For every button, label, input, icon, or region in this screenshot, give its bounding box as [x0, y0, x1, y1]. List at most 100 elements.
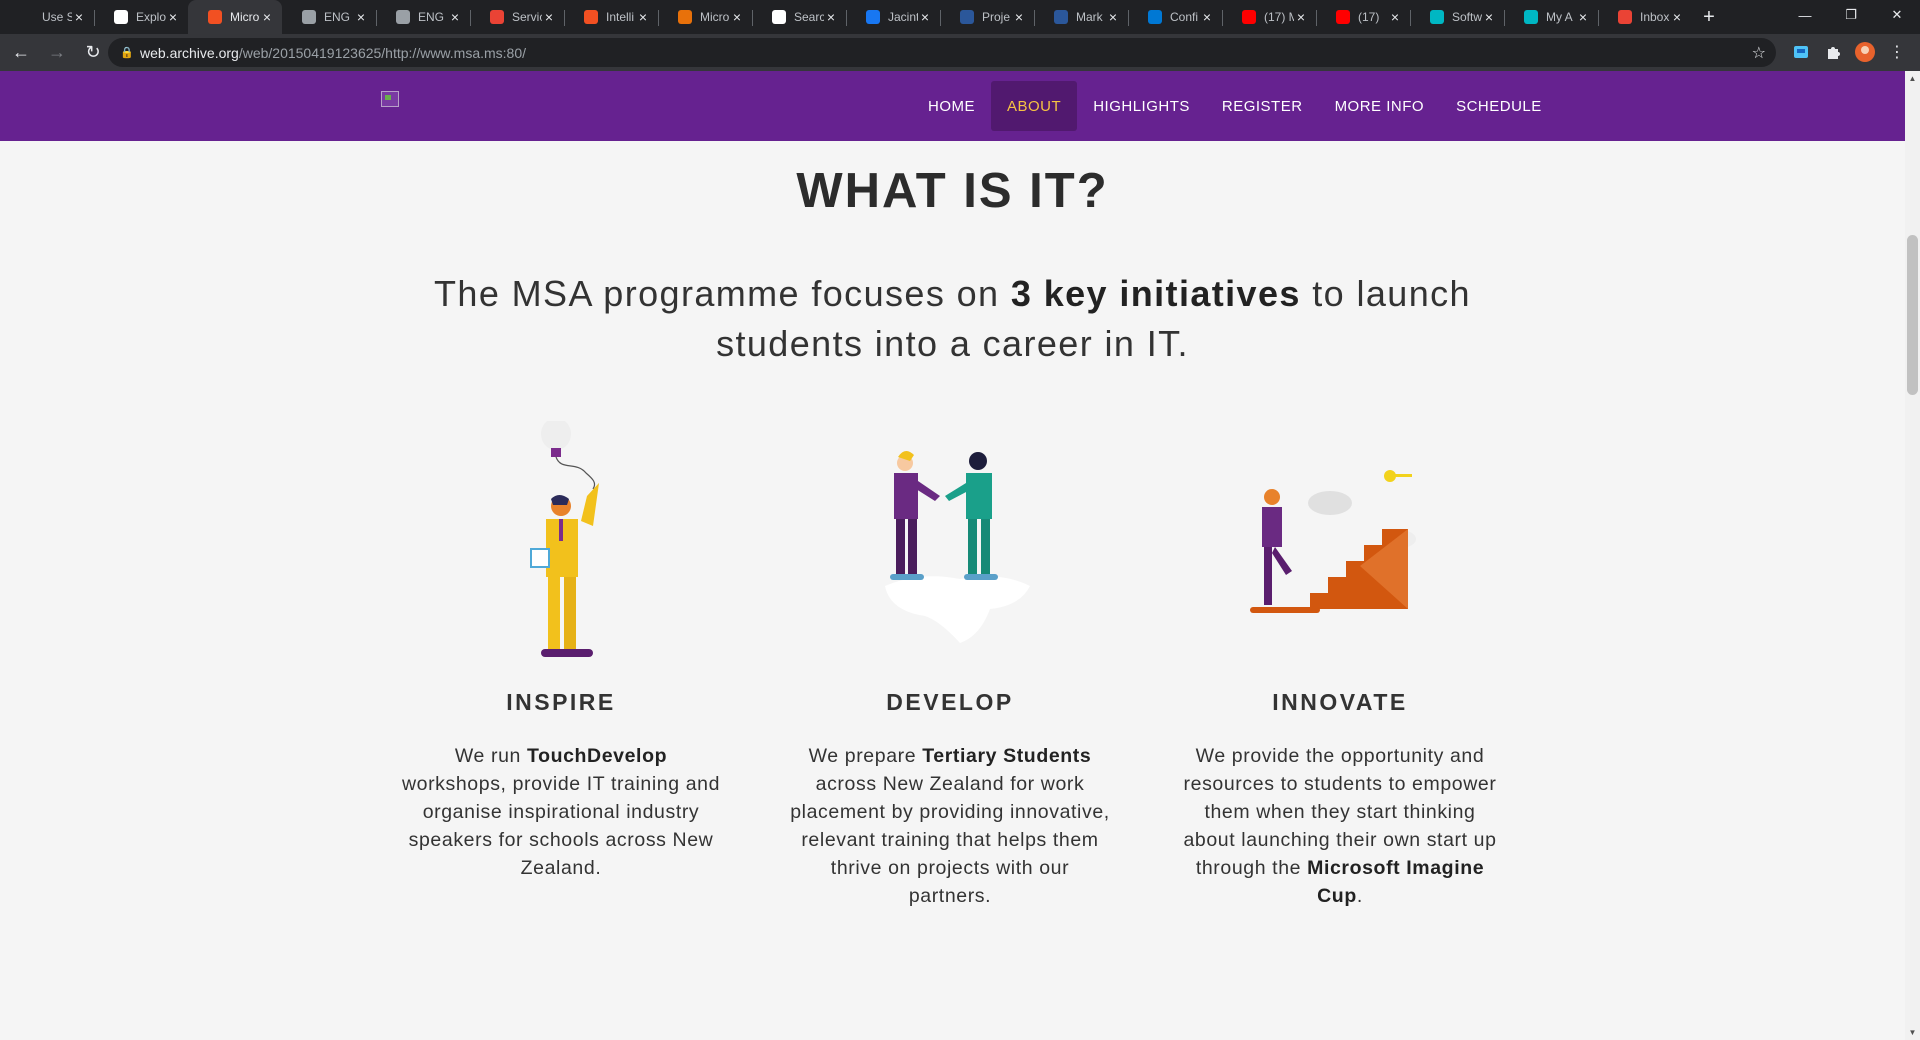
browser-tab[interactable]: Use S ×	[0, 0, 94, 34]
microsoft-icon	[584, 10, 598, 24]
page-scrollbar[interactable]: ▲ ▼	[1905, 71, 1920, 1040]
cloud-icon	[114, 10, 128, 24]
vscode-icon	[1148, 10, 1162, 24]
nav-item-more-info[interactable]: MORE INFO	[1319, 81, 1441, 131]
tab-close-icon[interactable]: ×	[1200, 9, 1214, 25]
tab-list: Use S×Explo×Micro×ENG×ENG×Servic×Intelli…	[0, 0, 1692, 34]
browser-tab[interactable]: Intelli ×	[564, 0, 658, 34]
nav-item-highlights[interactable]: HIGHLIGHTS	[1077, 81, 1206, 131]
tab-close-icon[interactable]: ×	[918, 9, 932, 25]
browser-tab[interactable]: Micro ×	[658, 0, 752, 34]
column-description: We provide the opportunity and resources…	[1183, 745, 1497, 907]
tab-title: Softw	[1452, 10, 1482, 24]
browser-tab[interactable]: Confi ×	[1128, 0, 1222, 34]
tab-close-icon[interactable]: ×	[1012, 9, 1026, 25]
tab-title: Jacint	[888, 10, 918, 24]
puzzle-icon[interactable]	[1822, 41, 1844, 63]
close-window-button[interactable]: ✕	[1874, 0, 1920, 30]
scroll-up-arrow-icon[interactable]: ▲	[1908, 74, 1917, 83]
tab-close-icon[interactable]: ×	[1576, 9, 1590, 25]
tab-close-icon[interactable]: ×	[166, 9, 180, 25]
tab-close-icon[interactable]: ×	[824, 9, 838, 25]
tab-title: My A	[1546, 10, 1573, 24]
tab-title: Micro	[700, 10, 730, 24]
tab-close-icon[interactable]: ×	[448, 9, 462, 25]
browser-tab[interactable]: (17) ×	[1316, 0, 1410, 34]
tab-title: Explo	[136, 10, 166, 24]
profile-avatar-icon[interactable]	[1854, 41, 1876, 63]
lock-icon: 🔒	[120, 47, 134, 59]
circle-icon	[1524, 10, 1538, 24]
tab-close-icon[interactable]: ×	[542, 9, 556, 25]
tab-close-icon[interactable]: ×	[1388, 9, 1402, 25]
tab-close-icon[interactable]: ×	[1106, 9, 1120, 25]
tab-close-icon[interactable]: ×	[730, 9, 744, 25]
tab-title: Searc	[794, 10, 824, 24]
browser-tab[interactable]: Softw ×	[1410, 0, 1504, 34]
github-icon	[20, 10, 34, 24]
tab-close-icon[interactable]: ×	[636, 9, 650, 25]
browser-menu-icon[interactable]: ⋮	[1886, 41, 1908, 63]
tab-title: Inbox	[1640, 10, 1670, 24]
innovate-illustration-icon	[1250, 470, 1416, 613]
column-description: We run TouchDevelop workshops, provide I…	[401, 745, 721, 879]
browser-tab[interactable]: Searc ×	[752, 0, 846, 34]
gmail-icon	[490, 10, 504, 24]
tab-title: ENG	[418, 10, 445, 24]
microsoft-icon	[208, 10, 222, 24]
browser-tab[interactable]: Explo ×	[94, 0, 188, 34]
nav-item-about[interactable]: ABOUT	[991, 81, 1078, 131]
globe-icon	[396, 10, 410, 24]
youtube-icon	[1242, 10, 1256, 24]
column-title: DEVELOP	[886, 689, 1014, 715]
forward-button[interactable]: →	[42, 38, 72, 68]
tab-title: Confi	[1170, 10, 1199, 24]
browser-tab[interactable]: Micro ×	[188, 0, 282, 34]
browser-toolbar: ← → ↻ 🔒 web.archive.org/web/201504191236…	[0, 34, 1920, 71]
browser-tab[interactable]: ENG ×	[376, 0, 470, 34]
nav-item-home[interactable]: HOME	[912, 81, 991, 131]
browser-tab[interactable]: Jacint ×	[846, 0, 940, 34]
initiative-inspire: INSPIRE We run TouchDevelop workshops, p…	[401, 421, 721, 879]
browser-tab-strip: Use S×Explo×Micro×ENG×ENG×Servic×Intelli…	[0, 0, 1920, 34]
web-page: HOME ABOUT HIGHLIGHTS REGISTER MORE INFO SCHE…	[0, 71, 1905, 1040]
tab-close-icon[interactable]: ×	[1670, 9, 1684, 25]
tab-close-icon[interactable]: ×	[1482, 9, 1496, 25]
browser-tab[interactable]: Mark ×	[1034, 0, 1128, 34]
tab-close-icon[interactable]: ×	[260, 9, 274, 25]
browser-tab[interactable]: (17) M ×	[1222, 0, 1316, 34]
browser-tab[interactable]: My A ×	[1504, 0, 1598, 34]
browser-tab[interactable]: Proje ×	[940, 0, 1034, 34]
tab-title: (17) M	[1264, 10, 1294, 24]
tab-title: Intelli	[606, 10, 635, 24]
scroll-thumb[interactable]	[1907, 235, 1918, 395]
site-menu: HOME ABOUT HIGHLIGHTS REGISTER MORE INFO SCHE…	[912, 81, 1558, 131]
wikipedia-icon	[772, 10, 786, 24]
browser-tab[interactable]: Servic×	[470, 0, 564, 34]
minimize-button[interactable]: —	[1782, 0, 1828, 30]
oz-icon	[678, 10, 692, 24]
site-logo-broken-image-icon[interactable]	[381, 91, 399, 107]
youtube-icon	[1336, 10, 1350, 24]
section-heading: WHAT IS IT?	[796, 164, 1109, 218]
browser-tab[interactable]: ENG ×	[282, 0, 376, 34]
develop-illustration-icon	[885, 450, 1030, 643]
address-bar[interactable]: 🔒 web.archive.org/web/20150419123625/htt…	[108, 38, 1776, 67]
column-description: We prepare Tertiary Students across New …	[790, 745, 1110, 907]
nav-item-schedule[interactable]: SCHEDULE	[1440, 81, 1558, 131]
tab-close-icon[interactable]: ×	[1294, 9, 1308, 25]
extension-icon[interactable]	[1790, 41, 1812, 63]
gmail-icon	[1618, 10, 1632, 24]
scroll-down-arrow-icon[interactable]: ▼	[1908, 1028, 1917, 1037]
reload-button[interactable]: ↻	[78, 38, 108, 68]
nav-item-register[interactable]: REGISTER	[1206, 81, 1319, 131]
tab-close-icon[interactable]: ×	[72, 9, 86, 25]
restore-button[interactable]: ❐	[1828, 0, 1874, 30]
window-controls: — ❐ ✕	[1782, 0, 1920, 30]
new-tab-button[interactable]: +	[1692, 0, 1726, 34]
browser-tab[interactable]: Inbox ×	[1598, 0, 1692, 34]
back-button[interactable]: ←	[6, 38, 36, 68]
bookmark-star-icon[interactable]: ☆	[1752, 43, 1766, 63]
tab-close-icon[interactable]: ×	[354, 9, 368, 25]
column-title: INNOVATE	[1272, 689, 1408, 715]
